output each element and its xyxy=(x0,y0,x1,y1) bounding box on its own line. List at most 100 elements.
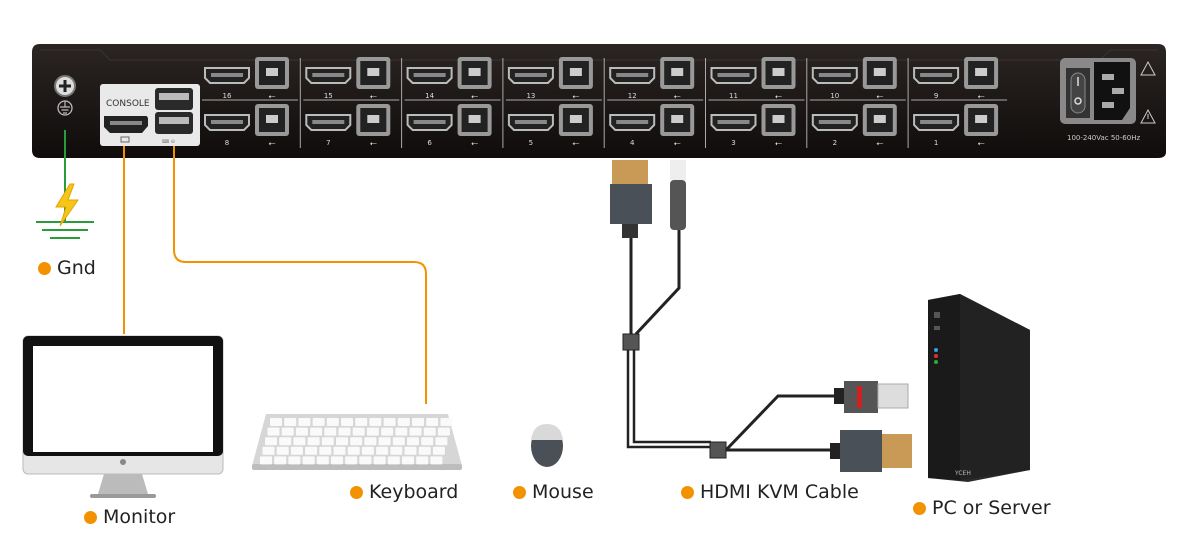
console-ports: CONSOLE ⌨ ⊖ xyxy=(100,84,200,146)
usb-icon: ⭠ xyxy=(471,139,478,149)
key xyxy=(352,427,365,436)
key xyxy=(355,418,368,426)
key xyxy=(331,456,343,465)
bullet-icon xyxy=(350,485,363,499)
monitor-image xyxy=(22,335,224,498)
key xyxy=(397,418,410,426)
key xyxy=(409,427,422,436)
key xyxy=(293,437,306,446)
port-number: 11 xyxy=(729,92,738,100)
port-number: 8 xyxy=(225,139,229,147)
label-keyboard: Keyboard xyxy=(350,481,458,503)
key xyxy=(364,437,377,446)
key xyxy=(281,427,294,436)
pc-brand: YCEH xyxy=(954,470,971,477)
port-number: 16 xyxy=(223,92,232,100)
label-mouse: Mouse xyxy=(513,481,594,503)
key xyxy=(390,446,403,455)
kvm-switch-rear-panel: CONSOLE ⌨ ⊖ 16 ⭠8 ⭠15 ⭠7 ⭠14 ⭠6 ⭠13 ⭠5 ⭠12 ⭠4 ⭠11 ⭠… xyxy=(32,44,1166,158)
key xyxy=(418,446,431,455)
bullet-icon xyxy=(681,485,694,499)
label-text: PC or Server xyxy=(932,497,1051,519)
port-number: 4 xyxy=(630,139,635,147)
key xyxy=(395,427,408,436)
key xyxy=(392,437,405,446)
key xyxy=(387,456,400,465)
key xyxy=(437,427,450,436)
port-number: 12 xyxy=(628,92,637,100)
port-number: 7 xyxy=(326,139,330,147)
key xyxy=(295,427,308,436)
key xyxy=(310,427,323,436)
bullet-icon xyxy=(38,261,51,275)
key xyxy=(341,418,353,426)
usb-icon: ⭠ xyxy=(674,139,681,149)
bullet-icon xyxy=(84,510,97,524)
key xyxy=(347,446,360,455)
key xyxy=(274,456,287,465)
key xyxy=(423,427,436,436)
key xyxy=(279,437,292,446)
mouse-image xyxy=(531,424,563,467)
key xyxy=(432,446,445,455)
label-text: Mouse xyxy=(532,481,594,503)
key xyxy=(260,456,272,465)
port-number: 5 xyxy=(529,139,533,147)
usb-icon: ⭠ xyxy=(370,139,377,149)
port-number: 13 xyxy=(526,92,535,100)
key xyxy=(324,427,337,436)
key xyxy=(267,427,280,436)
port-number: 14 xyxy=(425,92,434,100)
key xyxy=(378,437,391,446)
key xyxy=(307,437,320,446)
key xyxy=(262,446,275,455)
port-number: 10 xyxy=(830,92,839,100)
key xyxy=(326,418,339,426)
label-text: Gnd xyxy=(57,257,96,279)
key xyxy=(404,446,417,455)
lightning-icon xyxy=(55,183,79,227)
key xyxy=(345,456,358,465)
key xyxy=(440,418,453,426)
usb-icon: ⭠ xyxy=(572,139,579,149)
key xyxy=(284,418,297,426)
port-number: 2 xyxy=(833,139,837,147)
key xyxy=(369,418,382,426)
key xyxy=(366,427,379,436)
svg-text:⌨ ⊖: ⌨ ⊖ xyxy=(162,139,175,145)
key xyxy=(305,446,318,455)
usb-icon: ⭠ xyxy=(268,139,275,149)
pc-tower-image: YCEH xyxy=(928,294,1030,482)
key xyxy=(416,456,429,465)
port-number: 15 xyxy=(324,92,333,100)
key xyxy=(412,418,424,426)
key xyxy=(381,427,394,436)
port-number: 1 xyxy=(934,139,938,147)
key xyxy=(319,446,332,455)
console-label: CONSOLE xyxy=(106,99,150,109)
key xyxy=(383,418,396,426)
key xyxy=(373,456,386,465)
key xyxy=(265,437,277,446)
port-number: 3 xyxy=(731,139,735,147)
label-text: Keyboard xyxy=(369,481,459,503)
key xyxy=(359,456,372,465)
key xyxy=(338,427,351,436)
port-number: 6 xyxy=(427,139,432,147)
usb-icon: ⭠ xyxy=(775,139,782,149)
key xyxy=(333,446,346,455)
key xyxy=(350,437,363,446)
hdmi-kvm-cable-image xyxy=(610,160,912,472)
label-monitor: Monitor xyxy=(84,506,175,528)
key xyxy=(316,456,329,465)
key xyxy=(407,437,419,446)
key xyxy=(376,446,389,455)
key xyxy=(426,418,439,426)
key xyxy=(302,456,315,465)
label-cable: HDMI KVM Cable xyxy=(681,481,859,503)
key xyxy=(298,418,311,426)
key xyxy=(435,437,448,446)
power-rating: 100-240Vac 50-60Hz xyxy=(1067,134,1140,142)
key xyxy=(361,446,374,455)
key xyxy=(288,456,301,465)
